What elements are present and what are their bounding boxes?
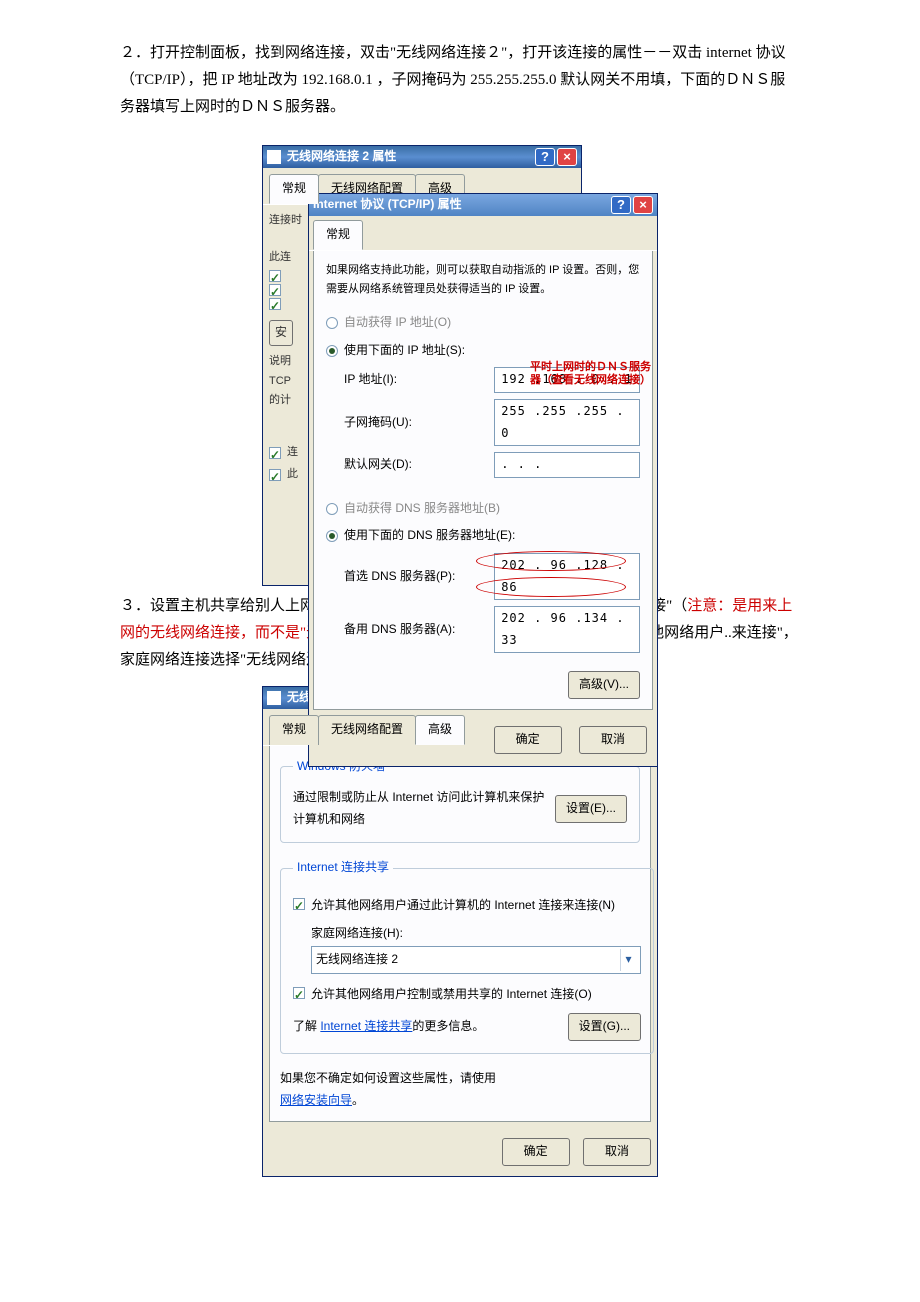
firewall-text: 通过限制或防止从 Internet 访问此计算机来保护计算机和网络 bbox=[293, 787, 545, 830]
radio-auto-ip-label: 自动获得 IP 地址(O) bbox=[344, 312, 451, 334]
cancel-button[interactable]: 取消 bbox=[583, 1138, 651, 1166]
window-icon bbox=[267, 150, 281, 164]
gateway-input[interactable]: . . . bbox=[494, 452, 640, 478]
mask-input[interactable]: 255 .255 .255 . 0 bbox=[494, 399, 640, 446]
advanced-button[interactable]: 高级(V)... bbox=[568, 671, 640, 699]
tab-general[interactable]: 常规 bbox=[269, 715, 319, 745]
ics-allow-check[interactable] bbox=[293, 898, 305, 910]
ics-home-value: 无线网络连接 2 bbox=[316, 949, 620, 971]
outer-titlebar: 无线网络连接 2 属性 ? × bbox=[263, 146, 581, 168]
ics-home-label: 家庭网络连接(H): bbox=[311, 923, 641, 945]
outer-check-label: 此 bbox=[287, 465, 298, 485]
outer-check[interactable] bbox=[269, 284, 281, 296]
help-icon[interactable]: ? bbox=[535, 148, 555, 166]
firewall-settings-button[interactable]: 设置(E)... bbox=[555, 795, 627, 823]
dns2-label: 备用 DNS 服务器(A): bbox=[344, 619, 494, 641]
firewall-group: Windows 防火墙 通过限制或防止从 Internet 访问此计算机来保护计… bbox=[280, 756, 640, 844]
chevron-down-icon: ▾ bbox=[620, 949, 636, 971]
ics-control-label: 允许其他网络用户控制或禁用共享的 Internet 连接(O) bbox=[311, 984, 641, 1006]
ics-allow-label: 允许其他网络用户通过此计算机的 Internet 连接来连接(N) bbox=[311, 895, 641, 917]
wizard-hint: 如果您不确定如何设置这些属性，请使用 网络安装向导。 bbox=[280, 1068, 640, 1111]
help-icon[interactable]: ? bbox=[611, 196, 631, 214]
outer-check[interactable] bbox=[269, 298, 281, 310]
outer-title: 无线网络连接 2 属性 bbox=[287, 146, 396, 168]
tab-general[interactable]: 常规 bbox=[269, 174, 319, 204]
dns-annotation: 平时上网时的ＤＮＳ服务 器（查看无线网络连接） bbox=[530, 361, 651, 387]
tcpip-hint: 如果网络支持此功能，则可以获取自动指派的 IP 设置。否则，您需要从网络系统管理… bbox=[326, 261, 640, 301]
inner-titlebar: Internet 协议 (TCP/IP) 属性 ? × bbox=[309, 194, 657, 216]
ok-button[interactable]: 确定 bbox=[494, 726, 562, 754]
tab-advanced[interactable]: 高级 bbox=[415, 715, 465, 745]
outer-install-button[interactable]: 安 bbox=[269, 320, 293, 346]
dns1-label: 首选 DNS 服务器(P): bbox=[344, 566, 494, 588]
ics-home-dropdown[interactable]: 无线网络连接 2 ▾ bbox=[311, 946, 641, 974]
ics-control-check[interactable] bbox=[293, 987, 305, 999]
gateway-label: 默认网关(D): bbox=[344, 454, 494, 476]
ics-link[interactable]: Internet 连接共享 bbox=[320, 1019, 412, 1033]
outer-check[interactable] bbox=[269, 447, 281, 459]
network-wizard-link[interactable]: 网络安装向导 bbox=[280, 1093, 352, 1107]
outer-check[interactable] bbox=[269, 469, 281, 481]
radio-auto-dns bbox=[326, 503, 338, 515]
radio-use-dns-label: 使用下面的 DNS 服务器地址(E): bbox=[344, 525, 515, 547]
radio-use-ip-label: 使用下面的 IP 地址(S): bbox=[344, 340, 465, 362]
close-icon[interactable]: × bbox=[633, 196, 653, 214]
ics-legend: Internet 连接共享 bbox=[293, 857, 393, 879]
dns1-input[interactable]: 202 . 96 .128 . 86 bbox=[494, 553, 640, 600]
screenshot-tcpip-properties: 无线网络连接 2 属性 ? × 常规 无线网络配置 高级 连接时 此连 安 说明… bbox=[262, 133, 658, 573]
ok-button[interactable]: 确定 bbox=[502, 1138, 570, 1166]
ics-info-text: 了解 Internet 连接共享的更多信息。 bbox=[293, 1016, 558, 1038]
radio-auto-ip[interactable] bbox=[326, 317, 338, 329]
ip-label: IP 地址(I): bbox=[344, 369, 494, 391]
radio-use-dns[interactable] bbox=[326, 530, 338, 542]
window-icon bbox=[267, 691, 281, 705]
dns2-input[interactable]: 202 . 96 .134 . 33 bbox=[494, 606, 640, 653]
mask-label: 子网掩码(U): bbox=[344, 412, 494, 434]
ics-settings-button[interactable]: 设置(G)... bbox=[568, 1013, 641, 1041]
radio-use-ip[interactable] bbox=[326, 345, 338, 357]
close-icon[interactable]: × bbox=[557, 148, 577, 166]
cancel-button[interactable]: 取消 bbox=[579, 726, 647, 754]
radio-auto-dns-label: 自动获得 DNS 服务器地址(B) bbox=[344, 498, 500, 520]
tab-wireless-config[interactable]: 无线网络配置 bbox=[318, 715, 416, 745]
inner-title: Internet 协议 (TCP/IP) 属性 bbox=[313, 194, 462, 216]
outer-check-label: 连 bbox=[287, 443, 298, 463]
outer-check[interactable] bbox=[269, 270, 281, 282]
tab-general[interactable]: 常规 bbox=[313, 220, 363, 250]
tcpip-properties-window: Internet 协议 (TCP/IP) 属性 ? × 常规 如果网络支持此功能… bbox=[308, 193, 658, 767]
paragraph-2: ２．打开控制面板，找到网络连接，双击"无线网络连接２"，打开该连接的属性－－双击… bbox=[120, 40, 800, 121]
ics-group: Internet 连接共享 允许其他网络用户通过此计算机的 Internet 连… bbox=[280, 857, 654, 1054]
